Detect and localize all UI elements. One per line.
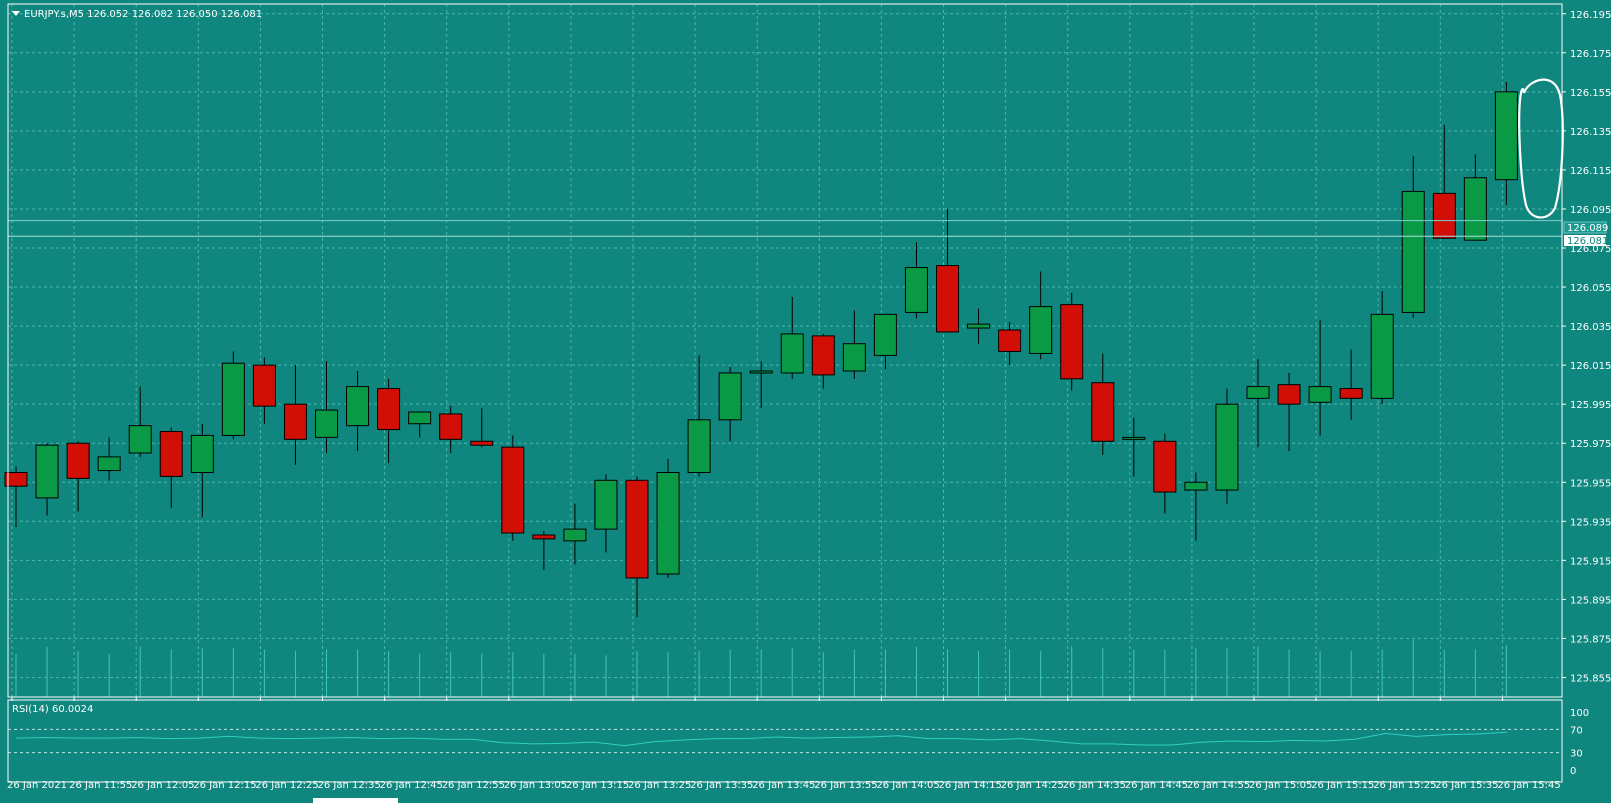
y-tick-label: 125.995 [1570,400,1611,411]
candle-body [1091,382,1115,442]
candle-body [501,446,525,534]
candle-body [594,479,618,530]
candle-body [1432,192,1456,239]
candle-body [687,419,711,474]
bid-price-label: 126.081 [1567,236,1608,247]
candle-body [190,434,214,474]
y-tick-label: 125.895 [1570,595,1611,606]
y-tick-label: 125.975 [1570,439,1611,450]
candle-body [408,411,432,425]
candle-body [656,472,680,575]
candle-body [1339,388,1363,399]
candle-body [128,425,152,454]
candle-body [625,479,649,579]
candle-body [1370,313,1394,399]
rsi-level-label: 0 [1570,766,1576,777]
rsi-level-label: 30 [1570,749,1583,760]
candle-body [439,413,463,440]
y-tick-label: 126.015 [1570,361,1611,372]
candle-body [780,333,804,374]
y-tick-label: 125.915 [1570,556,1611,567]
candle-body [1029,306,1053,354]
y-tick-label: 126.135 [1570,127,1611,138]
y-tick-label: 126.095 [1570,205,1611,216]
y-tick-label: 125.855 [1570,673,1611,684]
candle-body [998,329,1022,352]
y-tick-label: 126.115 [1570,166,1611,177]
candle-body [1153,440,1177,493]
candle-body [532,534,556,540]
candle-body [470,440,494,446]
rsi-label: RSI(14) 60.0024 [12,704,93,715]
candle-body [159,431,183,477]
candle-body [252,364,276,407]
candle-body [1401,190,1425,313]
candle-body [1184,481,1208,491]
candle-body [811,335,835,376]
candle-body [936,265,959,333]
ask-price-label: 126.089 [1567,223,1608,234]
candle-body [904,267,928,313]
y-tick-label: 126.055 [1570,283,1611,294]
candle-body [967,323,991,329]
candle-body [221,362,245,436]
bottom-scroll-indicator[interactable] [313,798,398,803]
candle-body [97,456,121,472]
y-tick-label: 125.955 [1570,478,1611,489]
candle-body [35,444,59,499]
y-tick-label: 126.195 [1570,10,1611,21]
candle-body [842,343,866,372]
rsi-level-label: 100 [1570,708,1589,719]
candle-body [1215,403,1239,491]
y-tick-label: 126.155 [1570,88,1611,99]
candle-body [1494,91,1518,181]
y-tick-label: 125.935 [1570,517,1611,528]
y-tick-label: 126.175 [1570,49,1611,60]
candle-body [873,313,897,356]
candle-body [1060,304,1084,380]
candle-body [1463,177,1487,241]
candle-body [283,403,307,440]
candle-body [1122,436,1146,440]
candle-body [749,370,773,374]
symbol-header: EURJPY.s,M5 126.052 126.082 126.050 126.… [24,9,262,20]
y-tick-label: 125.875 [1570,634,1611,645]
candle-body [66,442,90,479]
y-tick-label: 126.035 [1570,322,1611,333]
candle-body [563,528,587,542]
candle-body [315,409,338,438]
candle-body [1277,384,1301,405]
rsi-level-label: 70 [1570,725,1583,736]
candle-body [718,372,742,421]
candle-body [1246,386,1270,399]
candle-body [1308,386,1332,403]
candle-body [346,386,370,427]
candle-body [377,388,401,431]
price-chart[interactable]: 126.195 126.175 126.155 126.135 126.115 126.0… [0,0,1611,803]
